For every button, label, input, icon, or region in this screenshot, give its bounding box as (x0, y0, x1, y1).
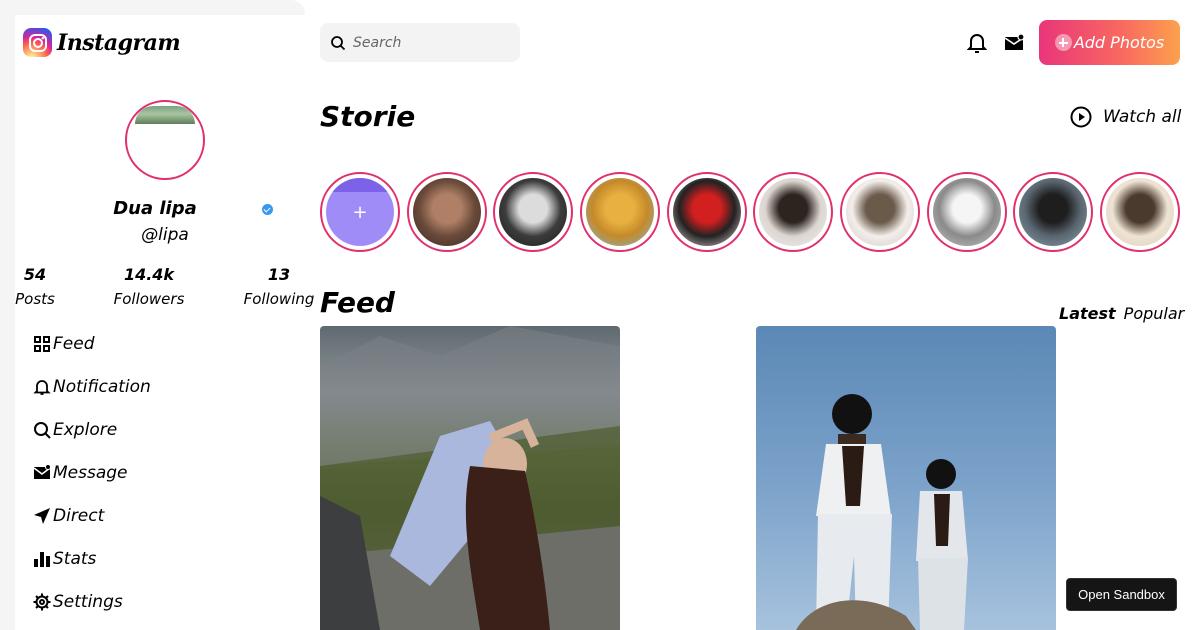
sidebar-item-explore[interactable]: Explore (33, 408, 151, 451)
story-item[interactable] (753, 172, 833, 252)
stat-following[interactable]: 13 Following (243, 265, 315, 308)
mail-icon (33, 463, 51, 479)
story-image (846, 178, 914, 246)
sidebar-item-label: Explore (53, 419, 118, 440)
sidebar-item-label: Notification (53, 376, 151, 397)
watch-all-link[interactable]: Watch all (1070, 106, 1181, 128)
add-story-button[interactable]: + (320, 172, 400, 252)
feed-title: Feed (320, 286, 395, 319)
gear-icon (33, 593, 51, 610)
avatar-image (135, 106, 195, 124)
stat-label: Following (243, 290, 315, 308)
search-icon (34, 421, 51, 439)
post-photo-woman (320, 326, 620, 630)
sidebar-item-direct[interactable]: Direct (33, 494, 151, 537)
sidebar-item-label: Message (53, 462, 128, 483)
stat-value: 54 (23, 265, 47, 284)
watch-all-label: Watch all (1103, 107, 1182, 127)
feed-post-image[interactable] (756, 326, 1056, 630)
sidebar-item-label: Feed (53, 333, 95, 354)
add-photos-label: Add Photos (1073, 33, 1165, 52)
stat-followers[interactable]: 14.4k Followers (112, 265, 186, 308)
search-bar[interactable] (320, 23, 520, 62)
post-photo-two-men (796, 394, 968, 630)
stat-label: Posts (15, 290, 55, 308)
stat-value: 14.4k (123, 265, 175, 284)
logo[interactable]: Instagram (23, 28, 181, 57)
stories-row: + (320, 172, 1180, 252)
story-image (933, 178, 1001, 246)
story-image (1106, 178, 1174, 246)
story-item[interactable] (1013, 172, 1093, 252)
search-input[interactable] (353, 34, 513, 51)
open-sandbox-button[interactable]: Open Sandbox (1066, 578, 1177, 611)
sidebar-item-stats[interactable]: Stats (33, 537, 151, 580)
mail-icon[interactable] (1004, 32, 1024, 54)
send-icon (34, 507, 50, 524)
search-icon (331, 35, 346, 50)
story-image (759, 178, 827, 246)
profile-name: Dua lipa (113, 198, 197, 219)
stat-posts[interactable]: 54 Posts (15, 265, 55, 308)
story-item[interactable] (580, 172, 660, 252)
story-image (673, 178, 741, 246)
sidebar-item-label: Settings (53, 591, 123, 612)
sidebar-item-settings[interactable]: Settings (33, 580, 151, 623)
profile-handle: @lipa (141, 225, 189, 245)
story-item[interactable] (927, 172, 1007, 252)
plus-circle-icon (1054, 34, 1072, 51)
story-item[interactable] (840, 172, 920, 252)
story-item[interactable] (407, 172, 487, 252)
story-image (499, 178, 567, 246)
sidebar-item-notification[interactable]: Notification (33, 365, 151, 408)
sidebar-gutter (0, 0, 15, 630)
feed-post-image[interactable] (320, 326, 620, 630)
story-image (586, 178, 654, 246)
sidebar-item-label: Stats (53, 548, 97, 569)
story-image (413, 178, 481, 246)
sidebar-item-message[interactable]: Message (33, 451, 151, 494)
sidebar-nav: Feed Notification Explore Message Direct… (33, 322, 151, 623)
tab-latest[interactable]: Latest (1059, 304, 1116, 323)
instagram-logo-icon (23, 28, 52, 57)
story-item[interactable] (667, 172, 747, 252)
logo-wordmark: Instagram (57, 29, 181, 56)
add-story-image: + (326, 178, 394, 246)
stat-label: Followers (113, 290, 185, 308)
verified-badge-icon (262, 204, 273, 215)
bell-icon (33, 379, 51, 395)
profile-stats: 54 Posts 14.4k Followers 13 Following (15, 265, 315, 315)
story-item[interactable] (493, 172, 573, 252)
story-image (1019, 178, 1087, 246)
story-item[interactable] (1100, 172, 1180, 252)
bell-icon[interactable] (967, 32, 987, 54)
top-strip (15, 0, 305, 15)
sidebar-item-label: Direct (53, 505, 105, 526)
stories-title: Storie (320, 100, 416, 133)
add-photos-button[interactable]: Add Photos (1039, 20, 1180, 65)
stat-value: 13 (267, 265, 291, 284)
sidebar-item-feed[interactable]: Feed (33, 322, 151, 365)
grid-icon (34, 335, 50, 352)
feed-tabs: Latest Popular (1059, 304, 1184, 323)
add-story-label: + (352, 201, 368, 223)
play-circle-icon (1070, 106, 1092, 128)
bar-chart-icon (34, 551, 50, 567)
sidebar: Instagram Dua lipa @lipa 54 Posts 14.4k … (15, 15, 315, 630)
avatar[interactable] (125, 100, 205, 180)
tab-popular[interactable]: Popular (1124, 304, 1185, 323)
